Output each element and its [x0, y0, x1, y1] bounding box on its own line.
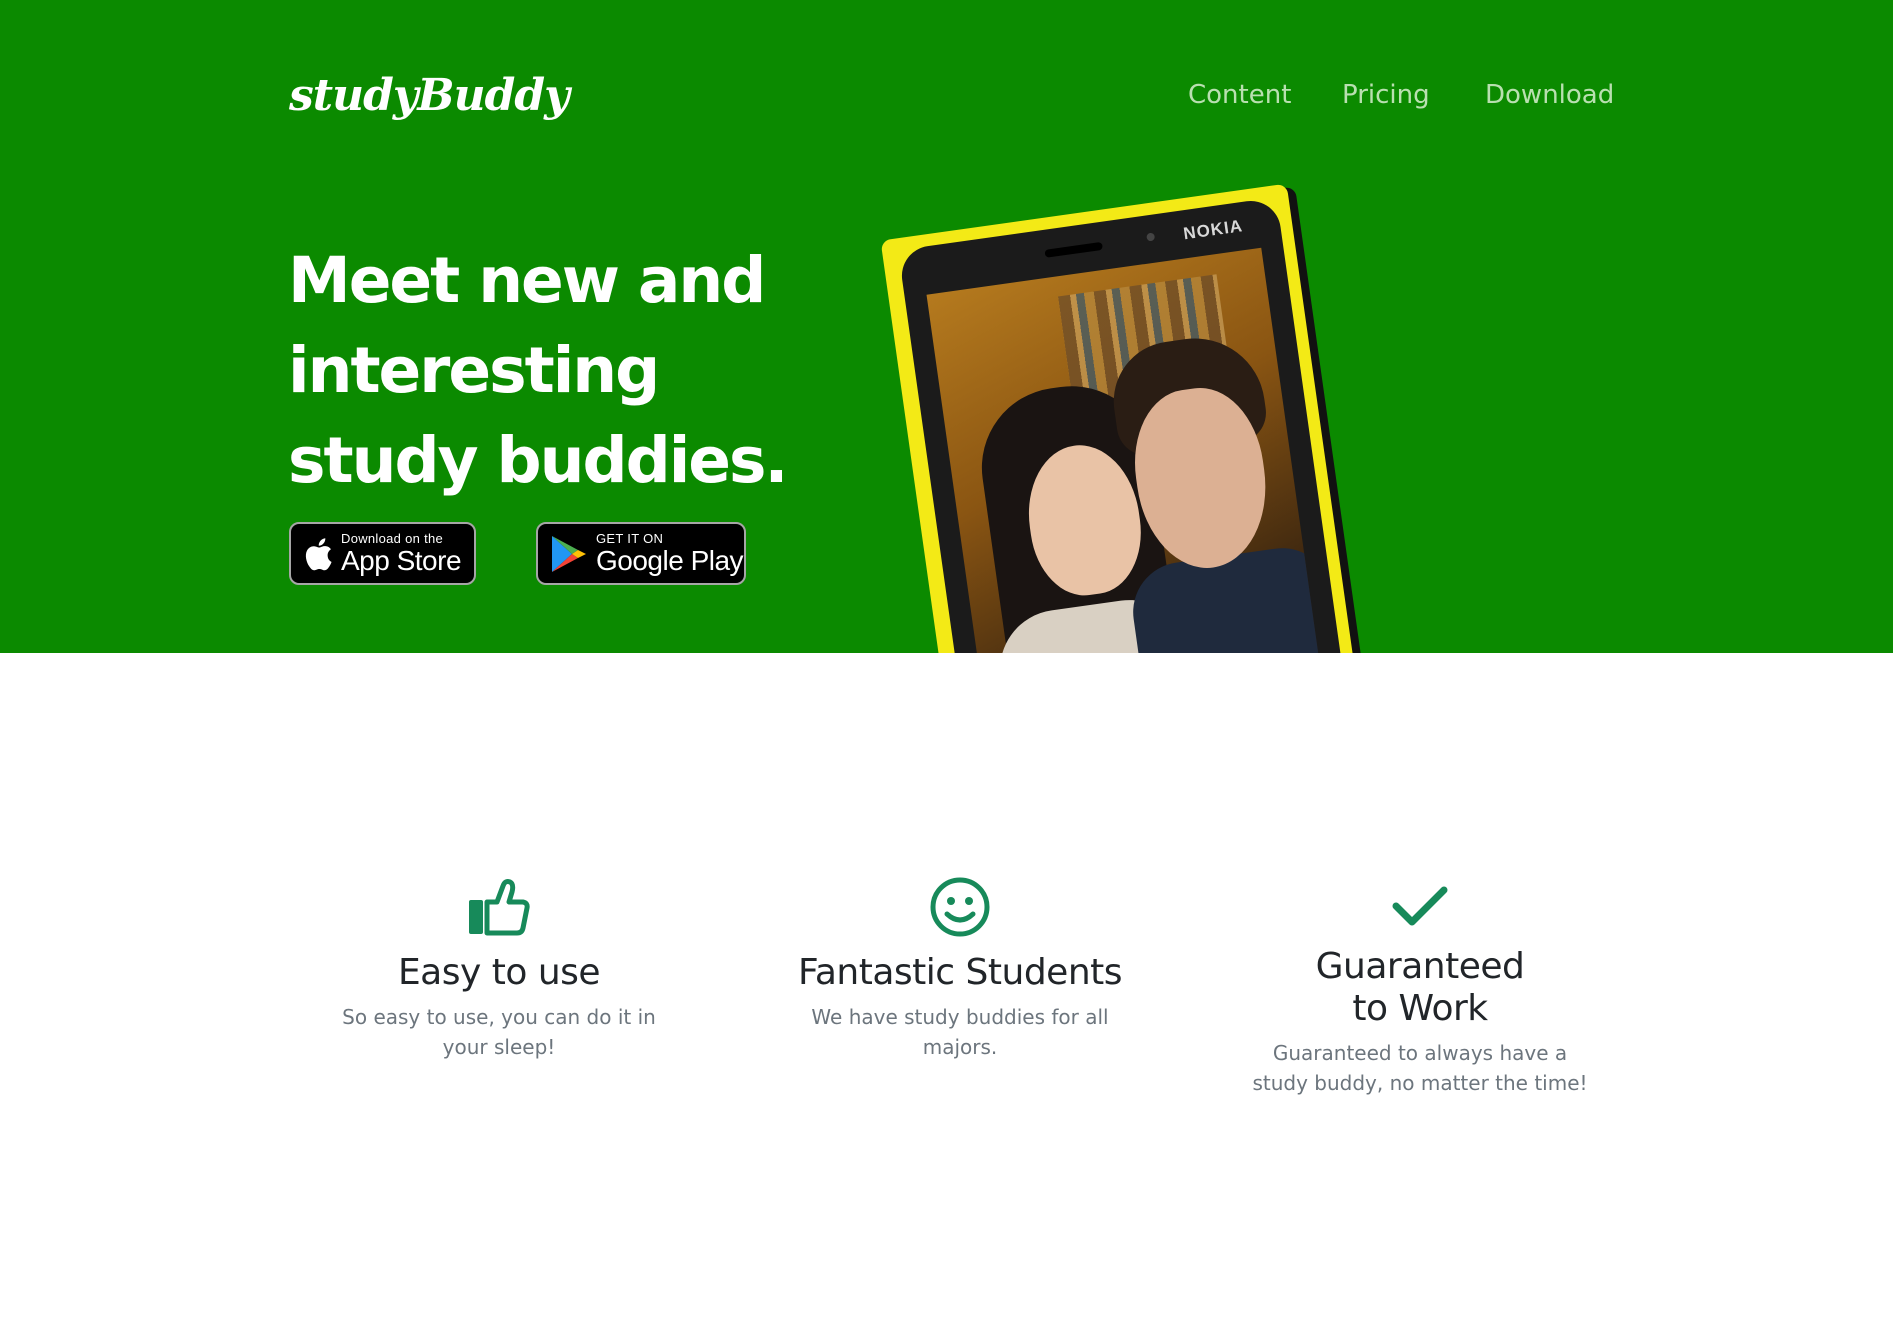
- google-play-button[interactable]: GET IT ON Google Play: [536, 522, 746, 585]
- app-store-button[interactable]: Download on the App Store: [289, 522, 476, 585]
- feature-guaranteed-to-work: Guaranteed to Work Guaranteed to always …: [1250, 884, 1590, 1098]
- feature-title: Guaranteed to Work: [1315, 946, 1525, 1029]
- apple-icon: [305, 537, 332, 570]
- feature-description: So easy to use, you can do it in your sl…: [342, 1005, 656, 1059]
- hero-section: studyBuddy Content Pricing Download Meet…: [0, 0, 1893, 653]
- google-play-small-text: GET IT ON: [596, 531, 664, 546]
- checkmark-icon: [1392, 886, 1448, 926]
- phone-speaker: [1044, 241, 1103, 258]
- feature-description: We have study buddies for all majors.: [811, 1005, 1109, 1059]
- nav-link-content[interactable]: Content: [1188, 80, 1291, 110]
- nav-link-download[interactable]: Download: [1485, 80, 1614, 110]
- phone-mockup: NOKIA: [880, 175, 1430, 653]
- google-play-big-text: Google Play: [596, 545, 744, 576]
- phone-camera: [1146, 232, 1156, 242]
- smiley-face-icon: [930, 877, 990, 937]
- app-store-small-text: Download on the: [341, 531, 444, 546]
- feature-title: Easy to use: [397, 952, 601, 993]
- feature-description: Guaranteed to always have a study buddy,…: [1252, 1041, 1588, 1095]
- google-play-icon: [552, 535, 586, 572]
- phone-brand-label: NOKIA: [1182, 216, 1245, 244]
- phone-screen-image: [926, 247, 1334, 653]
- nav-link-pricing[interactable]: Pricing: [1342, 80, 1430, 110]
- feature-title: Fantastic Students: [797, 952, 1123, 993]
- thumbs-up-icon: [469, 879, 530, 936]
- app-store-big-text: App Store: [341, 545, 462, 576]
- brand-logo[interactable]: studyBuddy: [289, 70, 570, 121]
- feature-fantastic-students: Fantastic Students We have study buddies…: [790, 876, 1130, 1062]
- hero-headline: Meet new and interesting study buddies.: [288, 244, 788, 497]
- feature-easy-to-use: Easy to use So easy to use, you can do i…: [329, 878, 669, 1062]
